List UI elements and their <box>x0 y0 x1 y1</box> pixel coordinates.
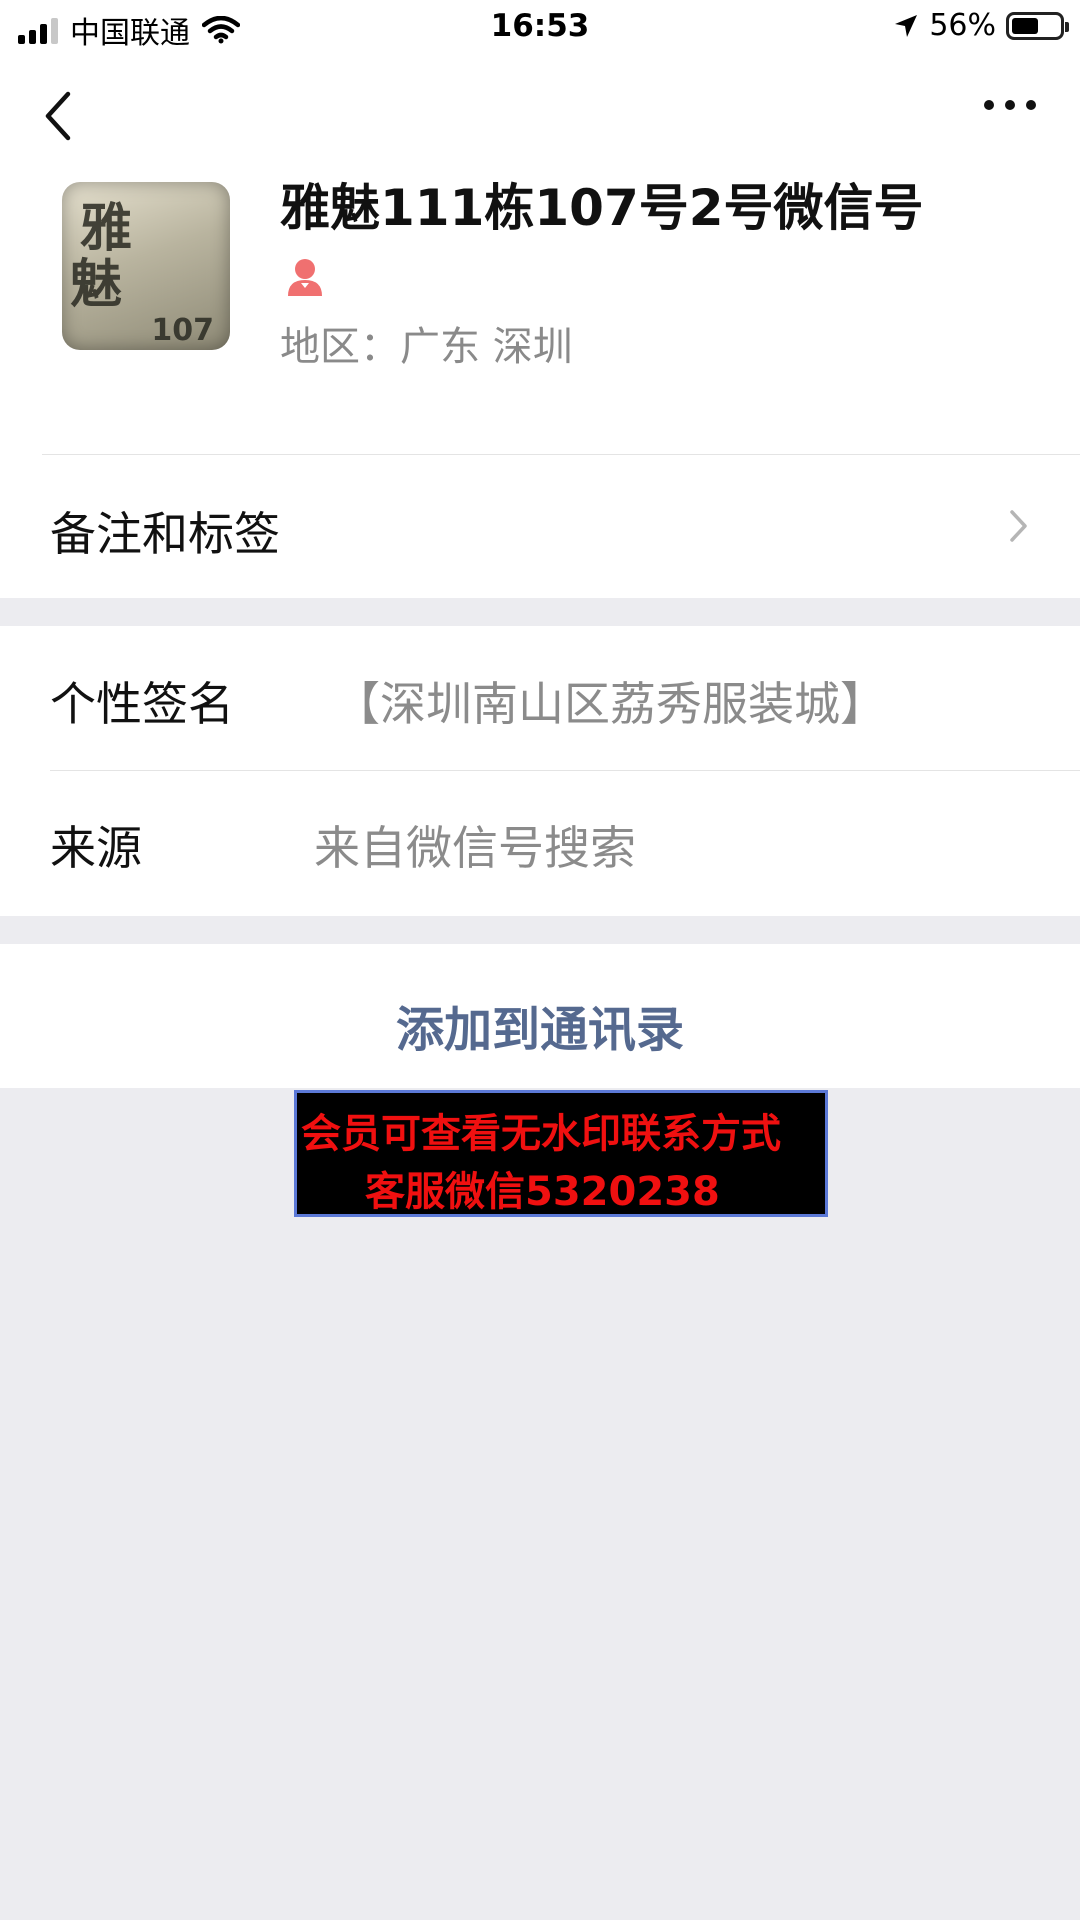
battery-percent: 56% <box>929 8 996 43</box>
remarks-tags-row[interactable]: 备注和标签 <box>0 456 1080 598</box>
signature-value: 【深圳南山区荔秀服装城】 <box>334 677 886 731</box>
battery-icon <box>1006 11 1069 40</box>
chevron-right-icon <box>1010 510 1027 542</box>
divider <box>42 454 1080 455</box>
avatar[interactable]: 雅 魅 107 <box>62 182 230 350</box>
battery-fill <box>1012 17 1038 34</box>
chevron-left-icon[interactable] <box>38 86 78 146</box>
region-text: 地区：广东 深圳 <box>280 324 573 370</box>
location-arrow-icon <box>895 14 918 37</box>
status-right: 56% <box>893 8 1069 43</box>
contact-profile-screen: 中国联通 16:53 56% 雅 魅 107 雅魅111栋107号2号微信号 地… <box>0 0 1080 1920</box>
action-card: 添加到通讯录 <box>0 944 1080 1088</box>
add-to-contacts-button[interactable]: 添加到通讯录 <box>0 990 1080 1060</box>
status-bar: 中国联通 16:53 56% <box>0 0 1080 56</box>
female-icon <box>288 259 322 296</box>
source-value: 来自微信号搜索 <box>314 821 636 875</box>
avatar-char-2: 魅 <box>70 255 123 315</box>
watermark-line-2: 客服微信5320238 <box>365 1169 720 1215</box>
profile-name: 雅魅111栋107号2号微信号 <box>280 179 924 237</box>
info-card: 个性签名 【深圳南山区荔秀服装城】 来源 来自微信号搜索 <box>0 626 1080 916</box>
signature-label: 个性签名 <box>50 677 234 731</box>
divider <box>50 770 1080 771</box>
signature-row: 个性签名 【深圳南山区荔秀服装城】 <box>0 626 1080 770</box>
remarks-tags-label: 备注和标签 <box>50 507 280 561</box>
watermark-line-1: 会员可查看无水印联系方式 <box>301 1111 781 1157</box>
source-label: 来源 <box>50 821 142 875</box>
profile-card: 雅 魅 107 雅魅111栋107号2号微信号 地区：广东 深圳 备注和标签 <box>0 56 1080 598</box>
watermark-banner: 会员可查看无水印联系方式 客服微信5320238 <box>294 1090 828 1217</box>
source-row: 来源 来自微信号搜索 <box>0 772 1080 916</box>
more-dots-icon[interactable] <box>984 100 1036 110</box>
avatar-number: 107 <box>151 313 214 348</box>
